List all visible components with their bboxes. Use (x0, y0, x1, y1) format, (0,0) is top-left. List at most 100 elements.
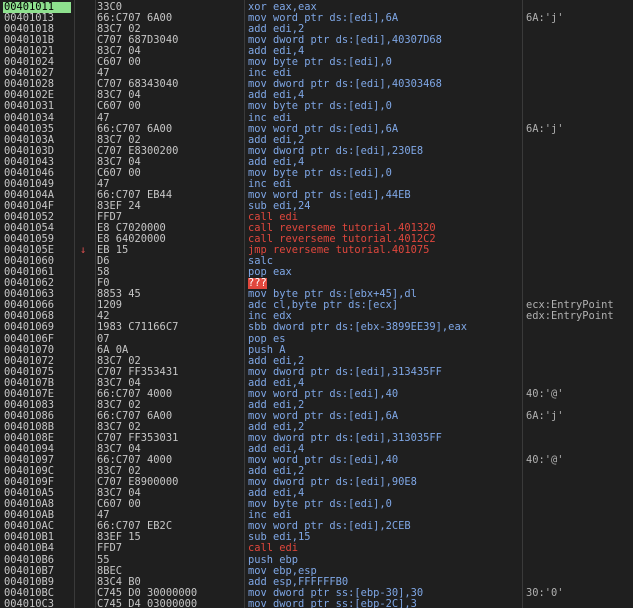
instruction-row[interactable]: 004010B4 FFD7 call edi (0, 543, 633, 554)
instruction-row[interactable]: 00401028 C707 68343040 mov dword ptr ds:[e… (0, 79, 633, 90)
instruction-row[interactable]: 0040107E 66:C707 4000 mov word ptr ds:[edi… (0, 389, 633, 400)
instruction-row[interactable]: 00401094 83C7 04 add edi,4 (0, 444, 633, 455)
instruction-comment (526, 35, 633, 46)
instruction-row[interactable]: 00401046 C607 00 mov byte ptr ds:[edi],0 (0, 168, 633, 179)
instruction-row[interactable]: 004010B7 8BEC mov ebp,esp (0, 566, 633, 577)
instruction-row[interactable]: 004010AB 47 inc edi (0, 510, 633, 521)
instruction-comment (526, 422, 633, 433)
instruction-text: sbb dword ptr ds:[ebx-3899EE39],eax (248, 322, 467, 334)
instruction-row[interactable]: 00401043 83C7 04 add edi,4 (0, 157, 633, 168)
instruction-text: mov word ptr ds:[edi],6A (248, 13, 399, 25)
instruction-row[interactable]: 004010A5 83C7 04 add edi,4 (0, 488, 633, 499)
instruction-row[interactable]: 00401049 47 inc edi (0, 179, 633, 190)
instruction-row[interactable]: 00401062 F0??? (0, 278, 633, 290)
instruction-row[interactable]: 00401075 C707 FF353431 mov dword ptr ds:[e… (0, 367, 633, 378)
instruction-bytes: 66:C707 4000 (97, 455, 173, 467)
instruction-text: add edi,4 (248, 488, 305, 500)
disassembly-view[interactable]: 00401011 33C0 xor eax,eax 00401013 66:C707 6… (0, 0, 633, 608)
jump-arrow-icon (80, 234, 94, 245)
instruction-row[interactable]: 00401069 1983 C71166C7 sbb dword ptr ds:[e… (0, 322, 633, 333)
instruction-row[interactable]: 00401035 66:C707 6A00 mov word ptr ds:[edi… (0, 124, 633, 135)
instruction-row[interactable]: 00401027 47 inc edi (0, 68, 633, 79)
instruction-bytes: 66:C707 EB44 (97, 189, 173, 201)
instruction-row[interactable]: 00401061 58 pop eax (0, 267, 633, 278)
instruction-address: 00401018 (4, 24, 55, 36)
instruction-row[interactable]: 0040104F 83EF 24 sub edi,24 (0, 201, 633, 212)
instruction-row[interactable]: 0040104A 66:C707 EB44 mov word ptr ds:[edi… (0, 190, 633, 201)
instruction-row[interactable]: 00401024 C607 00 mov byte ptr ds:[edi],0 (0, 57, 633, 68)
instruction-row[interactable]: 00401097 66:C707 4000 mov word ptr ds:[edi… (0, 455, 633, 466)
instruction-address: 00401072 (4, 355, 55, 367)
instruction-row[interactable]: 004010A8 C607 00 mov byte ptr ds:[edi],0 (0, 499, 633, 510)
instruction-comment (526, 135, 633, 146)
instruction-bytes: FFD7 (97, 211, 123, 223)
instruction-comment (526, 2, 633, 13)
instruction-comment: 40:'@' (526, 455, 564, 467)
instruction-row[interactable]: 0040101B C707 687D3040 mov dword ptr ds:[e… (0, 35, 633, 46)
instruction-row[interactable]: 0040106F 07 pop es (0, 334, 633, 345)
instruction-comment (526, 79, 633, 90)
instruction-bytes: 8853 45 (97, 289, 141, 301)
instruction-row[interactable]: 00401034 47 inc edi (0, 113, 633, 124)
instruction-row[interactable]: 00401013 66:C707 6A00 mov word ptr ds:[edi… (0, 13, 633, 24)
instruction-row[interactable]: 0040107B 83C7 04 add edi,4 (0, 378, 633, 389)
instruction-row[interactable]: 00401011 33C0 xor eax,eax (0, 2, 633, 13)
instruction-comment (526, 68, 633, 79)
instruction-comment (526, 532, 633, 543)
instruction-row[interactable]: 0040108E C707 FF353031 mov dword ptr ds:[e… (0, 433, 633, 444)
instruction-row[interactable]: 004010B9 83C4 B0 add esp,FFFFFFB0 (0, 577, 633, 588)
instruction-row[interactable]: 0040103A 83C7 02 add edi,2 (0, 135, 633, 146)
jump-arrow-icon (80, 157, 94, 168)
instruction-text: add edi,4 (248, 90, 305, 102)
jump-arrow-icon (80, 566, 94, 577)
instruction-bytes: 47 (97, 510, 110, 522)
instruction-row[interactable]: 0040109C 83C7 02 add edi,2 (0, 466, 633, 477)
instruction-row[interactable]: 004010BC C745 D0 30000000 mov dword ptr ss… (0, 588, 633, 599)
instruction-address: 0040108E (4, 432, 55, 444)
instruction-row[interactable]: 00401072 83C7 02 add edi,2 (0, 356, 633, 367)
instruction-row[interactable]: 00401021 83C7 04 add edi,4 (0, 46, 633, 57)
instruction-row[interactable]: 00401054 E8 C7020000 call reverseme tutori… (0, 223, 633, 234)
instruction-row[interactable]: 00401086 66:C707 6A00 mov word ptr ds:[edi… (0, 411, 633, 422)
instruction-address: 00401060 (4, 256, 55, 268)
instruction-row[interactable]: 00401052 FFD7 call edi (0, 212, 633, 223)
jump-arrow-icon (80, 422, 94, 433)
instruction-bytes: C607 00 (97, 167, 141, 179)
instruction-text: mov word ptr ds:[edi],40 (248, 388, 399, 400)
instruction-row[interactable]: 00401070 6A 0A push A (0, 345, 633, 356)
instruction-row[interactable]: 0040105E ↓ EB 15 jmp reverseme tutorial.401… (0, 245, 633, 256)
instruction-row[interactable]: 004010AC 66:C707 EB2C mov word ptr ds:[edi… (0, 521, 633, 532)
instruction-row[interactable]: 0040102E 83C7 04 add edi,4 (0, 90, 633, 101)
instruction-row[interactable]: 00401031 C607 00 mov byte ptr ds:[edi],0 (0, 101, 633, 112)
jump-arrow-icon (80, 13, 94, 24)
instruction-row[interactable]: 0040103D C707 E8300200 mov dword ptr ds:[e… (0, 146, 633, 157)
jump-arrow-icon: ↓ (80, 245, 87, 257)
jump-arrow-icon (80, 124, 94, 135)
jump-arrow-icon (80, 135, 94, 146)
instruction-address: 0040103D (4, 145, 55, 157)
instruction-text: call edi (248, 543, 299, 555)
instruction-address: 0040107E (4, 388, 55, 400)
instruction-row[interactable]: 004010C3 C745 D4 03000000 mov dword ptr ss… (0, 599, 633, 608)
instruction-row[interactable]: 004010B1 83EF 15 sub edi,15 (0, 532, 633, 543)
instruction-row[interactable]: 00401066 1209 adc cl,byte ptr ds:[ecx] ecx:… (0, 300, 633, 311)
instruction-address: 00401068 (4, 311, 55, 323)
instruction-row[interactable]: 0040108B 83C7 02 add edi,2 (0, 422, 633, 433)
instruction-row[interactable]: 00401059 E8 64020000 call reverseme tutori… (0, 234, 633, 245)
instruction-comment (526, 223, 633, 234)
instruction-row[interactable]: 00401068 42 inc edx edx:EntryPoint (0, 311, 633, 322)
instruction-row[interactable]: 00401083 83C7 02 add edi,2 (0, 400, 633, 411)
instruction-address: 00401043 (4, 156, 55, 168)
instruction-text: inc edi (248, 510, 292, 522)
instruction-row[interactable]: 004010B6 55 push ebp (0, 555, 633, 566)
instruction-row[interactable]: 00401018 83C7 02 add edi,2 (0, 24, 633, 35)
jump-arrow-icon (80, 555, 94, 566)
instruction-text: mov dword ptr ds:[edi],90E8 (248, 477, 417, 489)
instruction-row[interactable]: 0040109F C707 E8900000 mov dword ptr ds:[e… (0, 477, 633, 488)
jump-arrow-icon (80, 79, 94, 90)
instruction-address: 004010AB (4, 510, 55, 522)
instruction-address: 004010B7 (4, 565, 55, 577)
instruction-row[interactable]: 00401063 8853 45 mov byte ptr ds:[ebx+45],… (0, 289, 633, 300)
instruction-row[interactable]: 00401060 D6 salc (0, 256, 633, 267)
instruction-address: 00401024 (4, 57, 55, 69)
